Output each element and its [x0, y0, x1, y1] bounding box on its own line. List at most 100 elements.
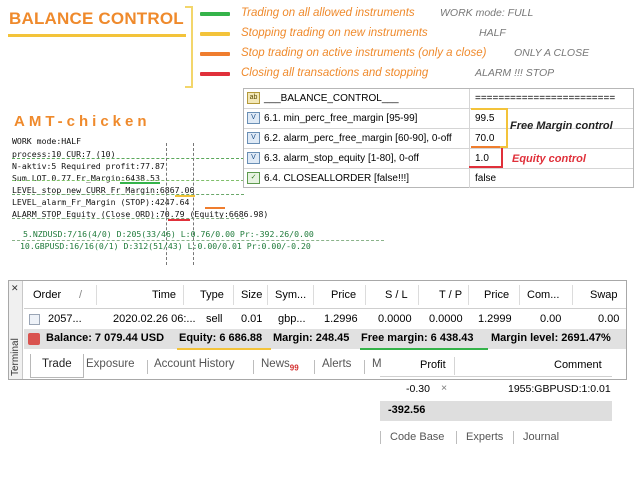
- order-type: sell: [206, 313, 223, 325]
- free-margin-annotation: Free Margin control: [510, 120, 613, 132]
- tab-account-history[interactable]: Account History: [154, 358, 235, 370]
- naktiv-line: N-aktiv:5 Required profit:77.87: [12, 161, 165, 171]
- close-icon[interactable]: ✕: [11, 283, 19, 294]
- symbol-row-gbpusd: 10.GBPUSD:16/16(0/1) D:312(51/43) L:0.00…: [20, 241, 311, 251]
- free-margin-bracket: [471, 108, 508, 148]
- col-profit[interactable]: Profit: [420, 359, 446, 371]
- terminal-label: Terminal: [10, 338, 21, 376]
- chart-level-line: [12, 158, 244, 159]
- order-profit: -0.30: [406, 383, 430, 395]
- free-margin-bracket-top: [471, 108, 508, 110]
- equity-marker: [177, 348, 271, 350]
- equity-annotation: Equity control: [512, 153, 586, 165]
- param-icon: V: [247, 152, 260, 164]
- order-type-icon: [29, 314, 40, 325]
- string-param-icon: ab: [247, 92, 260, 104]
- col-order[interactable]: Order: [33, 289, 61, 301]
- col-price[interactable]: Price: [331, 289, 356, 301]
- param-header-row[interactable]: ab ___BALANCE_CONTROL___ ===============…: [244, 89, 633, 109]
- mode-tag: WORK mode: FULL: [440, 7, 534, 19]
- tab-code-base[interactable]: Code Base: [390, 431, 444, 443]
- marker-orange: [205, 207, 225, 209]
- order-ticket: 2057...: [48, 313, 82, 325]
- mode-row-half: Stopping trading on new instruments HALF: [200, 25, 640, 45]
- tab-experts[interactable]: Experts: [466, 431, 503, 443]
- col-time[interactable]: Time: [152, 289, 176, 301]
- level-alarm-line: LEVEL_alarm_Fr_Margin (STOP):4247.64: [12, 197, 190, 207]
- marker-red: [168, 219, 190, 221]
- tab-alerts[interactable]: Alerts: [322, 358, 351, 370]
- equity-value: Equity: 6 686.88: [179, 332, 263, 344]
- param-name: 6.3. alarm_stop_equity [1-80], 0-off: [264, 153, 419, 164]
- tab-news[interactable]: News99: [261, 358, 299, 372]
- chart-level-line: [12, 180, 244, 181]
- indicator-title: AMT-chicken: [14, 113, 151, 130]
- equity-bracket: [469, 148, 503, 168]
- param-name: 6.4. CLOSEALLORDER [false!!!]: [264, 173, 410, 184]
- margin-level-value: Margin level: 2691.47%: [491, 332, 611, 344]
- param-row-close-all[interactable]: ✓ 6.4. CLOSEALLORDER [false!!!] false: [244, 169, 633, 189]
- param-value[interactable]: false: [475, 173, 496, 184]
- tab-trade[interactable]: Trade: [30, 354, 84, 378]
- param-name: ___BALANCE_CONTROL___: [264, 93, 399, 104]
- symbol-row-nzdusd: 5.NZDUSD:7/16(4/0) D:205(33/46) L:0.76/0…: [23, 229, 314, 239]
- margin-value: Margin: 248.45: [273, 332, 350, 344]
- close-order-icon[interactable]: ×: [441, 382, 447, 394]
- mode-description: Closing all transactions and stopping: [241, 67, 429, 79]
- balance-control-title: BALANCE CONTROL: [9, 9, 184, 28]
- col-current-price[interactable]: Price: [484, 289, 509, 301]
- col-comment[interactable]: Comment: [554, 359, 602, 371]
- col-swap[interactable]: Swap: [590, 289, 618, 301]
- orders-table-header: Order / Time Type Size Sym... Price S / …: [24, 281, 626, 309]
- param-row-alarm-perc[interactable]: V 6.2. alarm_perc_free_margin [60-90], 0…: [244, 129, 633, 149]
- mode-bar-yellow: [200, 32, 230, 36]
- col-symbol[interactable]: Sym...: [275, 289, 306, 301]
- terminal-fragment: Profit Comment -0.30 × 1955:GBPUSD:1:0.0…: [380, 355, 612, 450]
- mode-tag: ONLY A CLOSE: [514, 47, 590, 59]
- order-symbol: gbp...: [278, 313, 306, 325]
- mode-tag: HALF: [479, 27, 506, 39]
- work-mode-line: WORK mode:HALF: [12, 136, 82, 146]
- order-size: 0.01: [241, 313, 263, 325]
- param-value: ========================: [475, 93, 616, 104]
- fragment-header: Profit Comment: [380, 355, 612, 377]
- input-parameters-table: ab ___BALANCE_CONTROL___ ===============…: [243, 88, 634, 188]
- col-size[interactable]: Size: [241, 289, 262, 301]
- news-badge: 99: [289, 363, 299, 373]
- mode-tag: ALARM !!! STOP: [475, 67, 555, 79]
- sort-indicator: /: [79, 289, 83, 301]
- col-commission[interactable]: Com...: [527, 289, 559, 301]
- tab-journal[interactable]: Journal: [523, 431, 559, 443]
- mode-row-alarm: Closing all transactions and stopping AL…: [200, 65, 640, 85]
- param-icon: V: [247, 132, 260, 144]
- mode-bar-green: [200, 12, 230, 16]
- col-sl[interactable]: S / L: [385, 289, 408, 301]
- mode-bar-orange: [200, 52, 230, 56]
- mode-description: Stopping trading on new instruments: [241, 27, 428, 39]
- order-commission: 0.00: [540, 313, 562, 325]
- tab-exposure[interactable]: Exposure: [86, 358, 135, 370]
- mode-row-close-only: Stop trading on active instruments (only…: [200, 45, 640, 65]
- balance-value: Balance: 7 079.44 USD: [46, 332, 165, 344]
- mode-description: Stop trading on active instruments (only…: [241, 47, 487, 59]
- fragment-total-row: -392.56: [380, 401, 612, 421]
- order-comment: 1955:GBPUSD:1:0.01: [508, 383, 611, 395]
- col-tp[interactable]: T / P: [439, 289, 462, 301]
- param-icon: V: [247, 112, 260, 124]
- order-time: 2020.02.26 06:...: [113, 313, 196, 325]
- free-margin-marker: [360, 348, 488, 350]
- col-type[interactable]: Type: [200, 289, 224, 301]
- bool-param-icon: ✓: [247, 172, 260, 184]
- order-open-price: 1.2996: [324, 313, 358, 325]
- mode-bar-red: [200, 72, 230, 76]
- order-row[interactable]: 2057... 2020.02.26 06:... sell 0.01 gbp.…: [24, 310, 626, 329]
- mode-row-full: Trading on all allowed instruments WORK …: [200, 5, 640, 25]
- total-profit: -392.56: [388, 404, 426, 416]
- terminal-sidebar: ✕ Terminal: [9, 281, 23, 379]
- fragment-tabs: Code Base Experts Journal: [380, 429, 612, 447]
- order-sl: 0.0000: [378, 313, 412, 325]
- fragment-order-row[interactable]: -0.30 × 1955:GBPUSD:1:0.01: [380, 379, 612, 399]
- chart-level-line: [12, 194, 244, 195]
- balance-row: Balance: 7 079.44 USD Equity: 6 686.88 M…: [24, 329, 626, 349]
- param-name: 6.2. alarm_perc_free_margin [60-90], 0-o…: [264, 133, 452, 144]
